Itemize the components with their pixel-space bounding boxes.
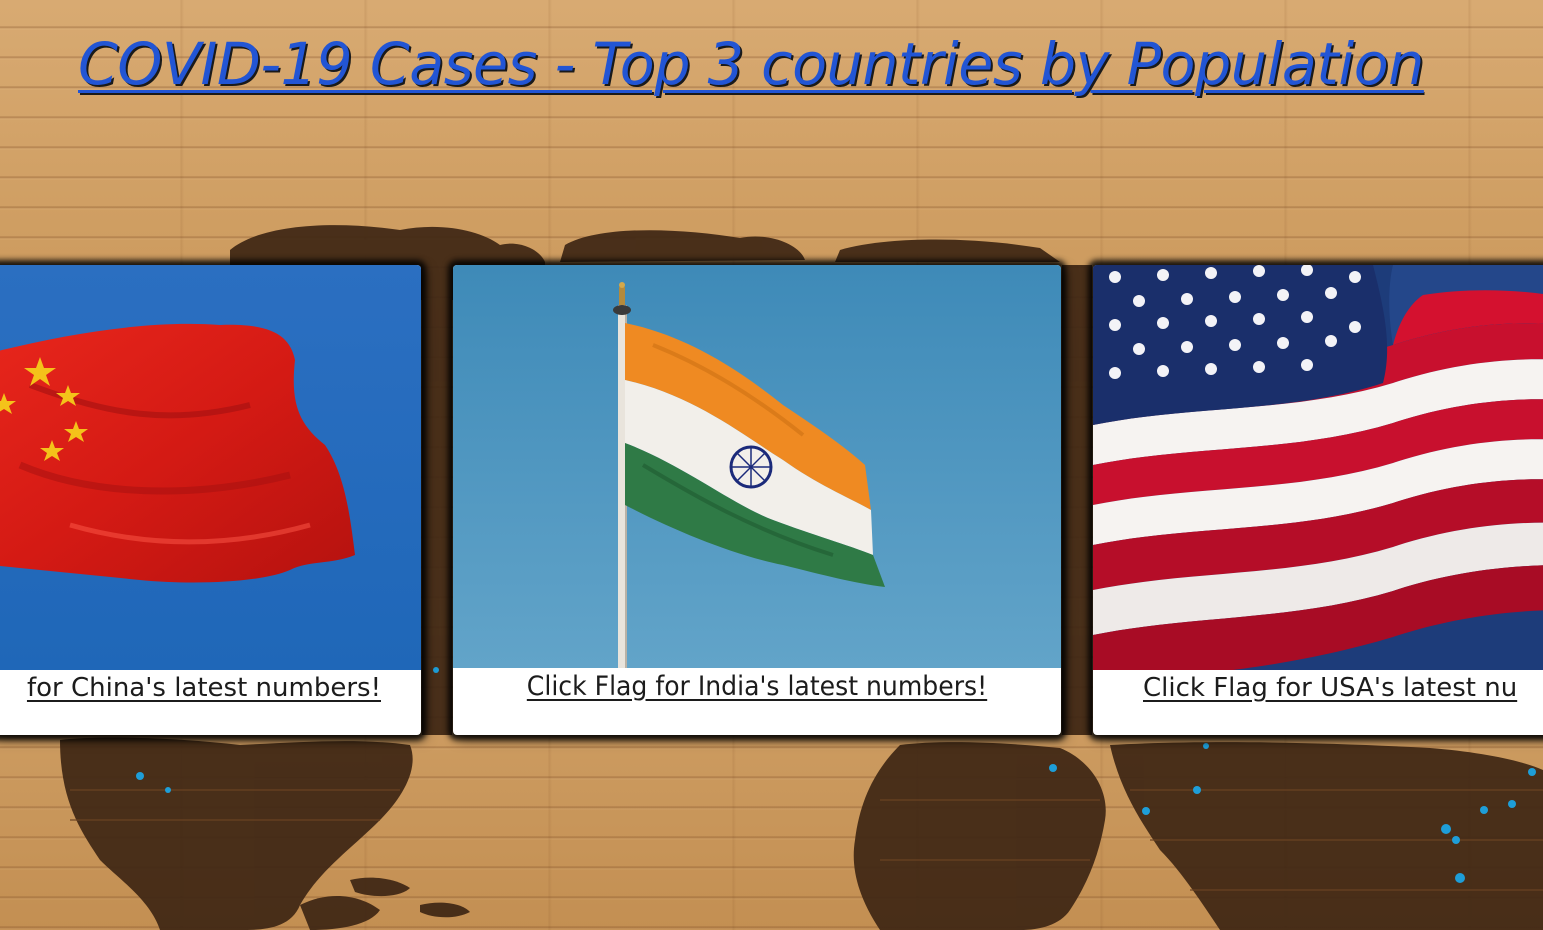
india-caption-link[interactable]: Click Flag for India's latest numbers! — [474, 671, 1039, 702]
country-card-usa[interactable]: Click Flag for USA's latest nu — [1093, 265, 1543, 735]
china-caption-link[interactable]: for China's latest numbers! — [0, 673, 421, 703]
china-flag-photo[interactable] — [0, 265, 421, 670]
india-flag-photo[interactable] — [453, 265, 1061, 668]
usa-flag-photo[interactable] — [1093, 265, 1543, 670]
country-card-china[interactable]: for China's latest numbers! — [0, 265, 421, 735]
usa-caption-link[interactable]: Click Flag for USA's latest nu — [1143, 673, 1517, 703]
country-card-india[interactable]: Click Flag for India's latest numbers! — [453, 265, 1061, 735]
page-title[interactable]: COVID-19 Cases - Top 3 countries by Popu… — [78, 30, 1424, 98]
